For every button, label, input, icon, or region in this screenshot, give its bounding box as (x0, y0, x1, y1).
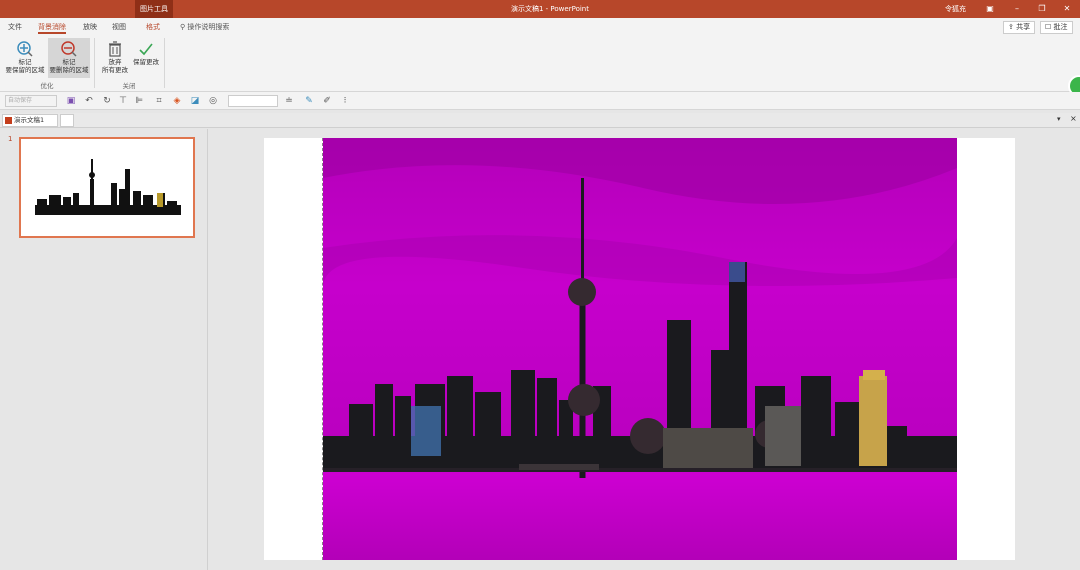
tab-view[interactable]: 视图 (112, 21, 126, 34)
ribbon-tabs: 文件 背景消除 放映 视图 格式 ⚲ 操作说明搜索 ⇪ 共享 ☐ 批注 (0, 18, 1080, 36)
search-label: 操作说明搜索 (187, 23, 230, 31)
group-separator (164, 38, 165, 88)
save-icon[interactable]: ▣ (64, 95, 78, 107)
document-tab[interactable]: 演示文稿1 (2, 114, 58, 127)
mark-keep-label-2: 要保留的区域 (5, 65, 45, 74)
powerpoint-icon (5, 117, 12, 124)
slide-editing-canvas (209, 129, 1080, 570)
minimize-icon[interactable]: – (1005, 0, 1029, 18)
align-icon[interactable]: ⊫ (132, 95, 146, 107)
pen-icon[interactable]: ✐ (320, 95, 334, 107)
picture-style-icon[interactable]: ✎ (302, 95, 316, 107)
mark-keep-icon (17, 41, 33, 57)
tell-me-search[interactable]: ⚲ 操作说明搜索 (180, 21, 229, 34)
quick-access-toolbar: 自动保存 ▣ ↶ ↻ ⊤ ⊫ ⌗ ◈ ◪ ◎ ≐ ✎ ✐ ⁝ (0, 92, 1080, 110)
discard-label-2: 所有更改 (102, 65, 128, 74)
comment-icon: ☐ (1045, 23, 1054, 31)
comments-label: 批注 (1053, 23, 1068, 31)
user-name[interactable]: 令狐充 (945, 0, 966, 18)
keep-changes-button[interactable]: 保留更改 (132, 38, 160, 78)
share-label: 共享 (1016, 23, 1031, 31)
checkmark-icon (139, 43, 153, 56)
group-separator (94, 38, 95, 88)
fill-color-icon[interactable]: ◈ (170, 95, 184, 107)
autosave-field[interactable]: 自动保存 (5, 95, 57, 107)
slide[interactable] (264, 138, 1015, 560)
slide-number: 1 (8, 135, 13, 143)
ribbon: 标记 要保留的区域 标记 要删除的区域 优化 放弃 所有更改 保留更改 关闭 (0, 36, 1080, 92)
window-title: 演示文稿1 - PowerPoint (511, 5, 589, 13)
discard-all-changes-button[interactable]: 放弃 所有更改 (98, 38, 132, 78)
mark-areas-to-remove-button[interactable]: 标记 要删除的区域 (48, 38, 90, 78)
size-input[interactable] (228, 95, 278, 107)
tab-file[interactable]: 文件 (8, 21, 22, 34)
mark-remove-label-2: 要删除的区域 (49, 65, 89, 74)
picture-tools-context-tab: 图片工具 (135, 0, 173, 18)
slide-thumbnail-pane: 1 (0, 129, 208, 570)
share-icon: ⇪ (1008, 23, 1017, 31)
shape-outline-icon[interactable]: ◪ (188, 95, 202, 107)
new-tab-button[interactable] (60, 114, 74, 127)
keep-changes-label: 保留更改 (133, 58, 159, 66)
comments-button[interactable]: ☐ 批注 (1040, 21, 1073, 34)
mark-areas-to-keep-button[interactable]: 标记 要保留的区域 (4, 38, 46, 78)
tab-slideshow[interactable]: 放映 (83, 21, 97, 34)
undo-icon[interactable]: ↶ (82, 95, 96, 107)
document-tab-label: 演示文稿1 (14, 116, 45, 124)
crop-icon[interactable]: ⌗ (152, 95, 166, 107)
tab-format[interactable]: 格式 (146, 21, 160, 34)
present-icon[interactable]: ⊤ (116, 95, 130, 107)
restore-icon[interactable]: ❐ (1030, 0, 1054, 18)
ribbon-display-icon[interactable]: ▣ (978, 0, 1002, 18)
effects-icon[interactable]: ◎ (206, 95, 220, 107)
skyline-image (323, 138, 957, 560)
skyline-thumbnail-image (21, 139, 193, 236)
tab-close-icon[interactable]: × (1070, 114, 1077, 123)
share-button[interactable]: ⇪ 共享 (1003, 21, 1036, 34)
redo-icon[interactable]: ↻ (100, 95, 114, 107)
document-tabs: 演示文稿1 ▾ × (0, 113, 1080, 128)
tab-list-icon[interactable]: ▾ (1057, 115, 1061, 123)
tab-background-removal[interactable]: 背景消除 (38, 21, 66, 34)
background-removal-photo[interactable] (322, 138, 957, 560)
title-bar: 图片工具 演示文稿1 - PowerPoint 令狐充 ▣ – ❐ ✕ (0, 0, 1080, 18)
mark-remove-icon (61, 41, 77, 57)
close-icon[interactable]: ✕ (1055, 0, 1079, 18)
line-spacing-icon[interactable]: ≐ (282, 95, 296, 107)
group-label-refine: 优化 (40, 82, 54, 90)
slide-thumbnail[interactable] (19, 137, 195, 238)
trash-icon (109, 41, 121, 57)
group-label-close: 关闭 (122, 82, 136, 90)
customize-qat-icon[interactable]: ⁝ (338, 95, 352, 107)
